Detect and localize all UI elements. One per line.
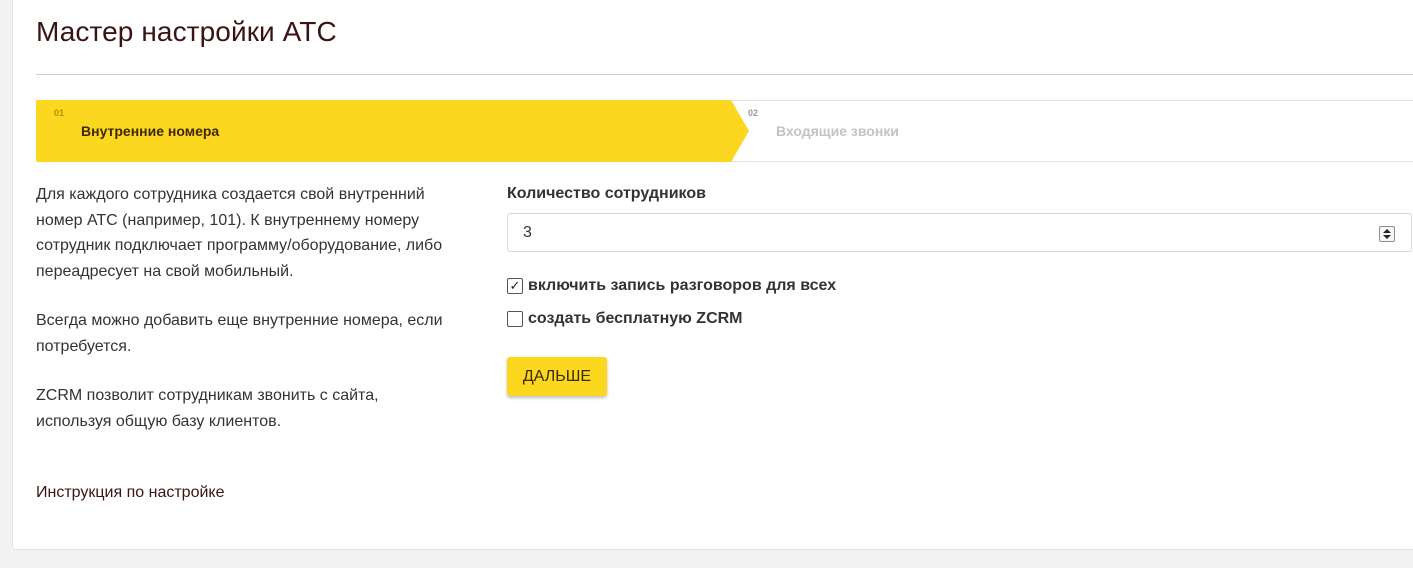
employees-count-input[interactable]: 3 <box>507 213 1412 252</box>
step-label: Внутренние номера <box>81 123 220 139</box>
step-label: Входящие звонки <box>776 123 899 139</box>
description: Для каждого сотрудника создается свой вн… <box>36 182 456 458</box>
step-number: 01 <box>54 108 65 118</box>
description-paragraph: Всегда можно добавить еще внутренние ном… <box>36 312 443 355</box>
spin-down-icon[interactable] <box>1383 235 1391 239</box>
description-paragraph: ZCRM позволит сотрудникам звонить с сайт… <box>36 387 379 430</box>
next-button[interactable]: ДАЛЬШЕ <box>507 357 607 396</box>
number-spinner[interactable] <box>1379 226 1395 242</box>
step-number: 02 <box>748 108 759 118</box>
create-zcrm-checkbox[interactable] <box>507 311 523 327</box>
employees-count-value: 3 <box>523 224 532 241</box>
record-calls-checkbox[interactable]: ✓ <box>507 278 523 294</box>
title-divider <box>36 74 1413 75</box>
spin-up-icon[interactable] <box>1383 229 1391 233</box>
employees-count-label: Количество сотрудников <box>507 185 706 202</box>
page-title: Мастер настройки АТС <box>36 16 337 47</box>
step-arrow <box>731 100 749 162</box>
description-paragraph: Для каждого сотрудника создается свой вн… <box>36 186 443 280</box>
wizard-steps: 01 Внутренние номера 02 Входящие звонки <box>36 100 1413 162</box>
create-zcrm-label[interactable]: создать бесплатную ZCRM <box>528 310 743 328</box>
instruction-link[interactable]: Инструкция по настройке <box>36 484 224 502</box>
record-calls-label[interactable]: включить запись разговоров для всех <box>528 277 836 295</box>
